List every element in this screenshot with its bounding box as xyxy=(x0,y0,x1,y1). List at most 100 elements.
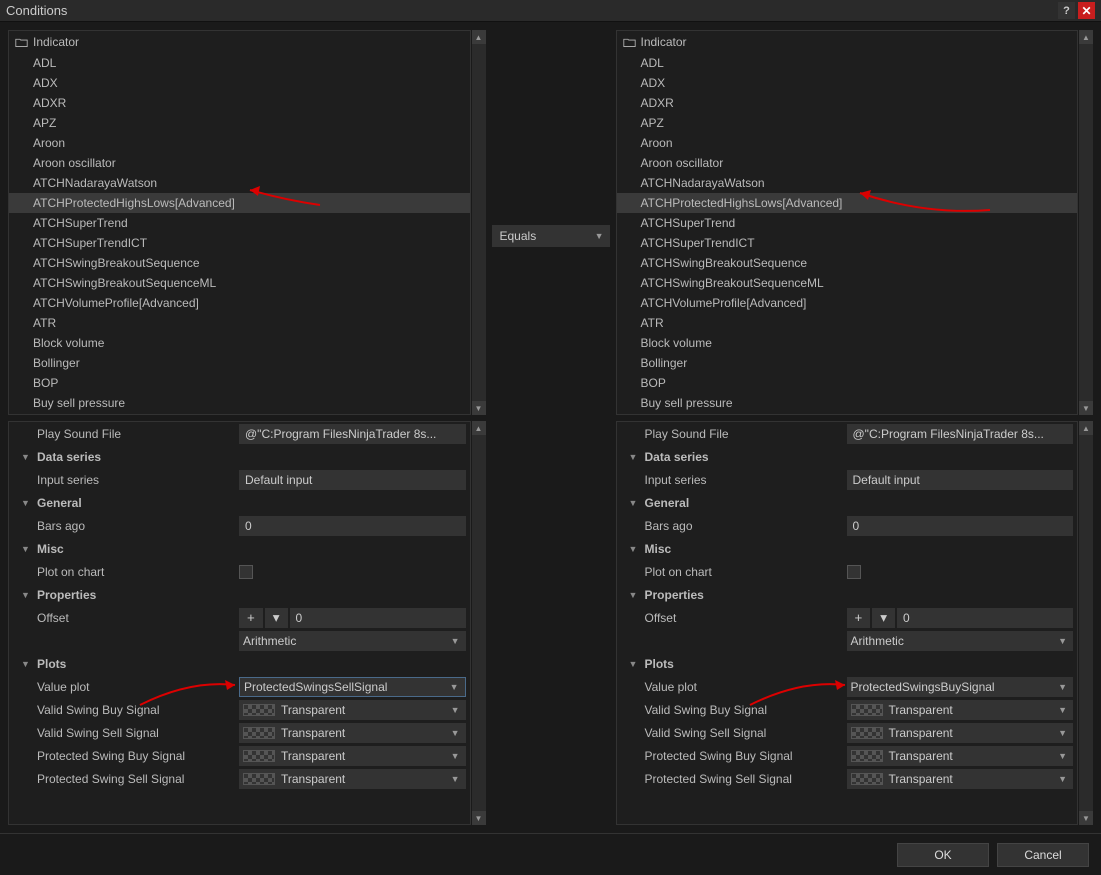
list-item[interactable]: Aroon oscillator xyxy=(9,153,470,173)
list-item[interactable]: ATCHVolumeProfile[Advanced] xyxy=(617,293,1078,313)
list-item[interactable]: ATCHNadarayaWatson xyxy=(9,173,470,193)
tree-header[interactable]: Indicator xyxy=(9,31,470,53)
color-swatch xyxy=(243,704,275,716)
play-sound-input[interactable]: @"C:Program FilesNinjaTrader 8s... xyxy=(239,424,466,444)
tree-header[interactable]: Indicator xyxy=(617,31,1078,53)
scroll-up-icon[interactable]: ▲ xyxy=(472,421,486,435)
offset-dropdown-button[interactable]: ▾ xyxy=(872,608,895,628)
scroll-down-icon[interactable]: ▼ xyxy=(1079,811,1093,825)
scroll-down-icon[interactable]: ▼ xyxy=(472,401,486,415)
list-item[interactable]: ATCHNadarayaWatson xyxy=(617,173,1078,193)
misc-header[interactable]: Misc xyxy=(617,542,847,556)
list-item[interactable]: ATCHProtectedHighsLows[Advanced] xyxy=(617,193,1078,213)
plot-on-chart-checkbox[interactable] xyxy=(847,565,861,579)
bars-ago-label: Bars ago xyxy=(617,519,847,533)
valid-sell-color-select[interactable]: Transparent▼ xyxy=(847,723,1074,743)
plots-header[interactable]: Plots xyxy=(9,657,239,671)
list-item[interactable]: ADL xyxy=(617,53,1078,73)
scrollbar[interactable]: ▲ ▼ xyxy=(1079,30,1093,415)
list-item[interactable]: Aroon xyxy=(9,133,470,153)
scroll-up-icon[interactable]: ▲ xyxy=(1079,421,1093,435)
play-sound-input[interactable]: @"C:Program FilesNinjaTrader 8s... xyxy=(847,424,1074,444)
list-item[interactable]: ADX xyxy=(617,73,1078,93)
offset-plus-button[interactable]: + xyxy=(847,608,871,628)
valid-sell-color-select[interactable]: Transparent▼ xyxy=(239,723,466,743)
close-icon[interactable]: ✕ xyxy=(1078,2,1095,19)
list-item[interactable]: Buy sell pressure xyxy=(9,393,470,413)
list-item[interactable]: Aroon oscillator xyxy=(617,153,1078,173)
list-item[interactable]: APZ xyxy=(9,113,470,133)
list-item[interactable]: ADXR xyxy=(9,93,470,113)
protected-buy-color-select[interactable]: Transparent▼ xyxy=(847,746,1074,766)
scroll-down-icon[interactable]: ▼ xyxy=(472,811,486,825)
list-item[interactable]: ATCHSwingBreakoutSequenceML xyxy=(9,273,470,293)
input-series-input[interactable]: Default input xyxy=(239,470,466,490)
operator-select[interactable]: Equals ▼ xyxy=(492,225,610,247)
input-series-input[interactable]: Default input xyxy=(847,470,1074,490)
offset-plus-button[interactable]: + xyxy=(239,608,263,628)
value-plot-select[interactable]: ProtectedSwingsSellSignal▼ xyxy=(239,677,466,697)
scroll-up-icon[interactable]: ▲ xyxy=(1079,30,1093,44)
plots-header[interactable]: Plots xyxy=(617,657,847,671)
left-indicator-list[interactable]: Indicator ADLADXADXRAPZAroonAroon oscill… xyxy=(8,30,471,415)
valid-buy-color-select[interactable]: Transparent▼ xyxy=(239,700,466,720)
scrollbar[interactable]: ▲ ▼ xyxy=(472,30,486,415)
scrollbar[interactable]: ▲ ▼ xyxy=(1079,421,1093,825)
offset-dropdown-button[interactable]: ▾ xyxy=(265,608,288,628)
list-item[interactable]: ATR xyxy=(9,313,470,333)
protected-sell-color-select[interactable]: Transparent▼ xyxy=(847,769,1074,789)
list-item[interactable]: APZ xyxy=(617,113,1078,133)
list-item[interactable]: ATCHSwingBreakoutSequence xyxy=(9,253,470,273)
list-item[interactable]: BOP xyxy=(617,373,1078,393)
offset-mode-select[interactable]: Arithmetic▼ xyxy=(847,631,1074,651)
protected-buy-color-select[interactable]: Transparent▼ xyxy=(239,746,466,766)
valid-buy-color-select[interactable]: Transparent▼ xyxy=(847,700,1074,720)
list-item[interactable]: Bollinger xyxy=(617,353,1078,373)
value-plot-select[interactable]: ProtectedSwingsBuySignal▼ xyxy=(847,677,1074,697)
list-item[interactable]: ATCHSuperTrendICT xyxy=(9,233,470,253)
list-item[interactable]: ATCHProtectedHighsLows[Advanced] xyxy=(9,193,470,213)
properties-header[interactable]: Properties xyxy=(617,588,847,602)
help-icon[interactable]: ? xyxy=(1058,2,1075,19)
list-item[interactable]: ATCHSuperTrendICT xyxy=(617,233,1078,253)
protected-sell-color-select[interactable]: Transparent▼ xyxy=(239,769,466,789)
cancel-button[interactable]: Cancel xyxy=(997,843,1089,867)
list-item[interactable]: ATCHSwingBreakoutSequenceML xyxy=(617,273,1078,293)
properties-header[interactable]: Properties xyxy=(9,588,239,602)
scroll-up-icon[interactable]: ▲ xyxy=(472,30,486,44)
list-item[interactable]: Buy sell pressure xyxy=(617,393,1078,413)
general-header[interactable]: General xyxy=(617,496,847,510)
offset-input[interactable]: 0 xyxy=(897,608,1073,628)
list-item[interactable]: ADX xyxy=(9,73,470,93)
list-item[interactable]: ATCHVolumeProfile[Advanced] xyxy=(9,293,470,313)
bars-ago-input[interactable]: 0 xyxy=(239,516,466,536)
offset-mode-select[interactable]: Arithmetic▼ xyxy=(239,631,466,651)
offset-input[interactable]: 0 xyxy=(290,608,466,628)
list-item[interactable]: BOP xyxy=(9,373,470,393)
scrollbar[interactable]: ▲ ▼ xyxy=(472,421,486,825)
ok-button[interactable]: OK xyxy=(897,843,989,867)
plot-on-chart-checkbox[interactable] xyxy=(239,565,253,579)
list-item[interactable]: Bollinger xyxy=(9,353,470,373)
folder-icon xyxy=(15,37,28,48)
list-item[interactable]: Block volume xyxy=(9,333,470,353)
data-series-header[interactable]: Data series xyxy=(617,450,847,464)
data-series-header[interactable]: Data series xyxy=(9,450,239,464)
bars-ago-label: Bars ago xyxy=(9,519,239,533)
offset-label: Offset xyxy=(617,611,847,625)
list-item[interactable]: Aroon xyxy=(617,133,1078,153)
color-swatch xyxy=(851,773,883,785)
scroll-down-icon[interactable]: ▼ xyxy=(1079,401,1093,415)
list-item[interactable]: ATCHSuperTrend xyxy=(9,213,470,233)
general-header[interactable]: General xyxy=(9,496,239,510)
list-item[interactable]: ATCHSuperTrend xyxy=(617,213,1078,233)
list-item[interactable]: ATCHSwingBreakoutSequence xyxy=(617,253,1078,273)
list-item[interactable]: Block volume xyxy=(617,333,1078,353)
right-indicator-list[interactable]: Indicator ADLADXADXRAPZAroonAroon oscill… xyxy=(616,30,1079,415)
protected-buy-label: Protected Swing Buy Signal xyxy=(617,749,847,763)
bars-ago-input[interactable]: 0 xyxy=(847,516,1074,536)
list-item[interactable]: ADL xyxy=(9,53,470,73)
misc-header[interactable]: Misc xyxy=(9,542,239,556)
list-item[interactable]: ATR xyxy=(617,313,1078,333)
list-item[interactable]: ADXR xyxy=(617,93,1078,113)
